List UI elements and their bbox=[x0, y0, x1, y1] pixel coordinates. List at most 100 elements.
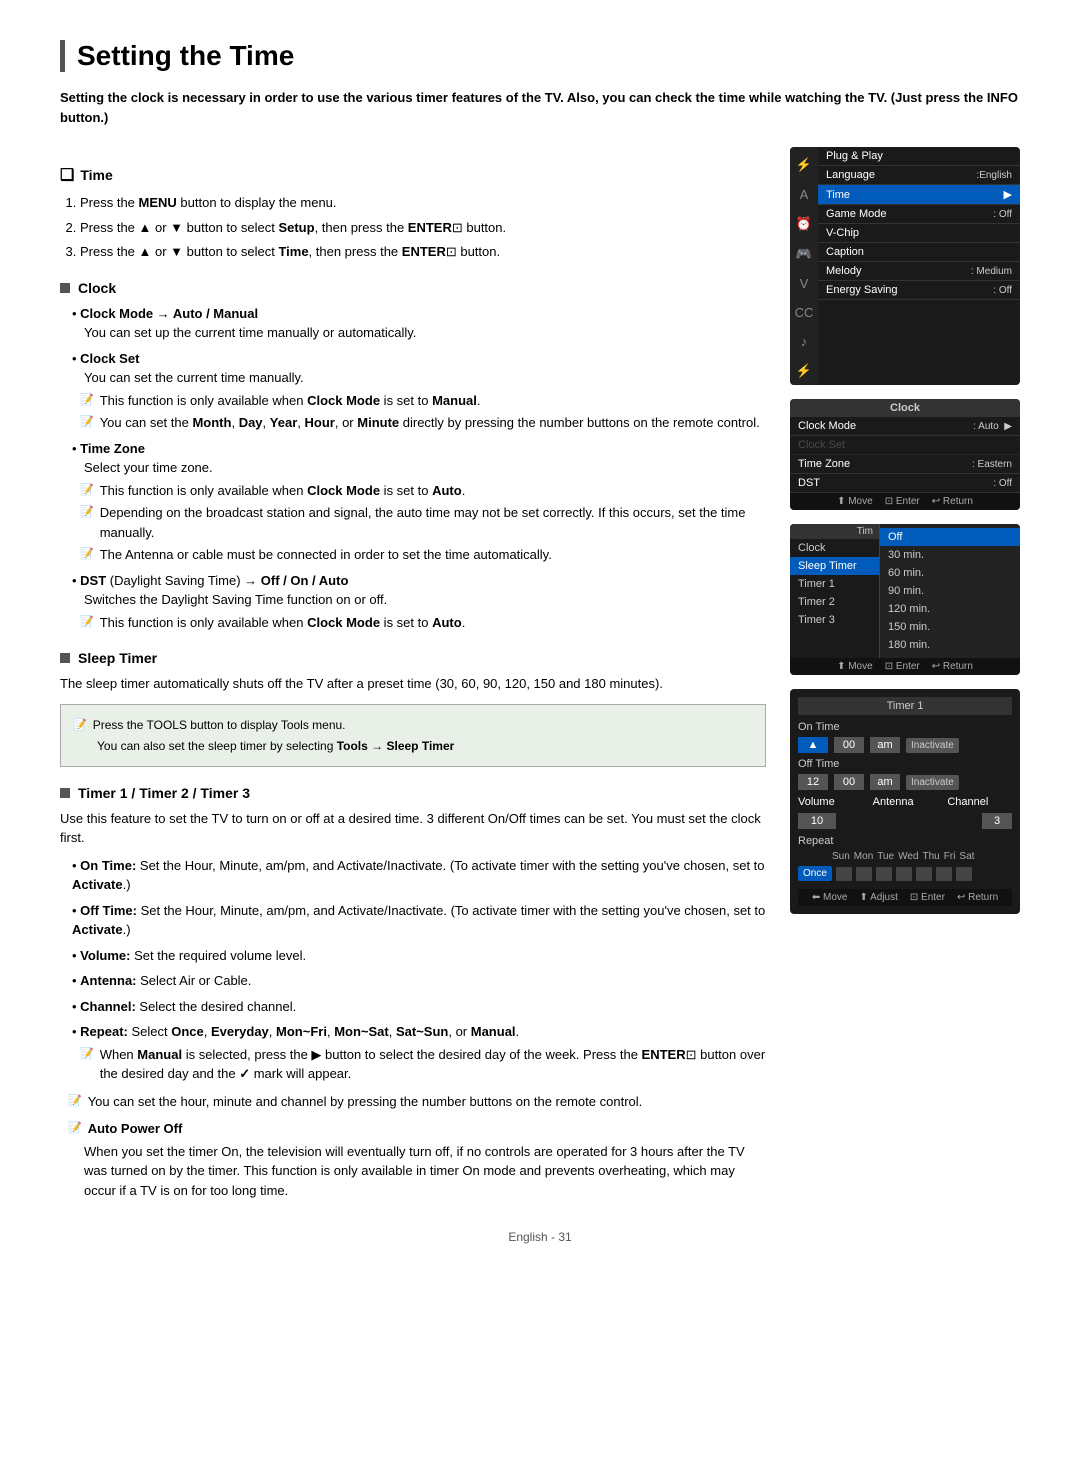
timer1-title: Timer 1 bbox=[798, 697, 1012, 715]
timer-desc: Use this feature to set the TV to turn o… bbox=[60, 809, 766, 848]
sleep-timer-item: Sleep Timer bbox=[790, 557, 879, 575]
sidebar-icons: ⚡ A ⏰ 🎮 V CC ♪ ⚡ bbox=[795, 151, 814, 385]
off-min-box: 00 bbox=[834, 774, 864, 790]
lang-icon: A bbox=[800, 187, 809, 202]
volume-val-box: 10 bbox=[798, 813, 836, 829]
on-ampm-box: am bbox=[870, 737, 900, 753]
fri-chk bbox=[936, 867, 952, 881]
timer-section-header: Timer 1 / Timer 2 / Timer 3 bbox=[60, 785, 766, 801]
clock-header-label: Clock bbox=[78, 280, 116, 296]
clock-bullets: • Clock Mode → Auto / Manual You can set… bbox=[72, 304, 766, 633]
volume-item: • Volume: Set the required volume level. bbox=[72, 946, 766, 966]
on-time-item: • On Time: Set the Hour, Minute, am/pm, … bbox=[72, 856, 766, 895]
clock-screen-title: Clock bbox=[790, 399, 1020, 417]
time-zone-item: • Time Zone Select your time zone. 📝 Thi… bbox=[72, 439, 766, 565]
setup-screen: ⚡ A ⏰ 🎮 V CC ♪ ⚡ Plug & Play bbox=[790, 147, 1020, 385]
sleep-desc: The sleep timer automatically shuts off … bbox=[60, 674, 766, 694]
thu-chk bbox=[916, 867, 932, 881]
auto-power-title: 📝 Auto Power Off bbox=[68, 1119, 766, 1139]
antenna-label-tv: Antenna bbox=[873, 796, 938, 808]
on-min-box: 00 bbox=[834, 737, 864, 753]
right-screens-column: ⚡ A ⏰ 🎮 V CC ♪ ⚡ Plug & Play bbox=[790, 147, 1020, 1200]
clock-screen: Clock Clock Mode : Auto ▶ Clock Set Time… bbox=[790, 399, 1020, 510]
timer-bullets: • On Time: Set the Hour, Minute, am/pm, … bbox=[72, 856, 766, 1084]
sleep-right-panel: Off 30 min. 60 min. 90 min. 120 min. 150… bbox=[880, 524, 1020, 658]
sleep-title: Tim bbox=[790, 524, 879, 539]
vol-ant-ch-row: Volume Antenna Channel bbox=[798, 796, 1012, 808]
plug-icon: ⚡ bbox=[796, 157, 812, 173]
game-icon: 🎮 bbox=[796, 246, 812, 262]
step-1: Press the MENU button to display the men… bbox=[80, 193, 766, 213]
setup-row-melody: Melody : Medium bbox=[818, 262, 1020, 281]
off-ampm-box: am bbox=[870, 774, 900, 790]
time-zone-note3: 📝 The Antenna or cable must be connected… bbox=[80, 545, 766, 565]
page-number: English - 31 bbox=[508, 1230, 571, 1244]
sleep-60-option: 60 min. bbox=[880, 564, 1020, 582]
timer-header-label: Timer 1 / Timer 2 / Timer 3 bbox=[78, 785, 250, 801]
energy-icon: ⚡ bbox=[796, 363, 812, 379]
volume-label-tv: Volume bbox=[798, 796, 863, 808]
on-time-label: On Time bbox=[798, 721, 1012, 733]
repeat-item: • Repeat: Select Once, Everyday, Mon~Fri… bbox=[72, 1022, 766, 1084]
channel-val-box: 3 bbox=[982, 813, 1012, 829]
time-section-header: ❑ Time bbox=[60, 165, 766, 185]
time-icon: ⏰ bbox=[796, 216, 812, 232]
time-zone-note2: 📝 Depending on the broadcast station and… bbox=[80, 503, 766, 542]
timer1-screen: Timer 1 On Time ▲ 00 am Inactivate Off T… bbox=[790, 689, 1020, 914]
time-steps-list: Press the MENU button to display the men… bbox=[80, 193, 766, 262]
clock-bullet-icon bbox=[60, 283, 70, 293]
vchip-icon: V bbox=[800, 276, 809, 291]
time-zone-note1: 📝 This function is only available when C… bbox=[80, 481, 766, 501]
tue-chk bbox=[876, 867, 892, 881]
timer-nav-bar: ⬅ Move ⬆ Adjust ⊡ Enter ↩ Return bbox=[798, 889, 1012, 906]
repeat-label-tv: Repeat bbox=[798, 835, 1012, 847]
sleep-timer1-item: Timer 1 bbox=[790, 575, 879, 593]
dst-note: 📝 This function is only available when C… bbox=[80, 613, 766, 633]
sleep-timer-screen: Tim Clock Sleep Timer Timer 1 Timer 2 Ti… bbox=[790, 524, 1020, 675]
sleep-180-option: 180 min. bbox=[880, 636, 1020, 654]
sleep-nav-bar: ⬆ Move ⊡ Enter ↩ Return bbox=[790, 658, 1020, 675]
sleep-120-option: 120 min. bbox=[880, 600, 1020, 618]
sleep-timer3-item: Timer 3 bbox=[790, 611, 879, 629]
off-hour-box: 12 bbox=[798, 774, 828, 790]
sleep-30-option: 30 min. bbox=[880, 546, 1020, 564]
setup-row-language: Language :English bbox=[818, 166, 1020, 185]
melody-icon: ♪ bbox=[801, 334, 808, 349]
clock-nav-bar: ⬆ Move ⊡ Enter ↩ Return bbox=[790, 493, 1020, 510]
dst-item: • DST (Daylight Saving Time) → Off / On … bbox=[72, 571, 766, 633]
sleep-header-label: Sleep Timer bbox=[78, 650, 157, 666]
step-2: Press the ▲ or ▼ button to select Setup,… bbox=[80, 218, 766, 238]
clock-set-desc: You can set the current time manually. bbox=[84, 368, 766, 388]
sleep-timer2-item: Timer 2 bbox=[790, 593, 879, 611]
clock-set-row: Clock Set bbox=[790, 436, 1020, 455]
sun-chk bbox=[836, 867, 852, 881]
off-time-item: • Off Time: Set the Hour, Minute, am/pm,… bbox=[72, 901, 766, 940]
channel-item: • Channel: Select the desired channel. bbox=[72, 997, 766, 1017]
setup-main-content: Plug & Play Language :English Time ▶ Gam… bbox=[818, 147, 1020, 385]
number-buttons-note: 📝 You can set the hour, minute and chann… bbox=[68, 1092, 766, 1112]
time-zone-row: Time Zone : Eastern bbox=[790, 455, 1020, 474]
caption-icon: CC bbox=[795, 305, 814, 320]
on-time-row: ▲ 00 am Inactivate bbox=[798, 737, 1012, 753]
page-footer: English - 31 bbox=[60, 1230, 1020, 1244]
clock-mode-row: Clock Mode : Auto ▶ bbox=[790, 417, 1020, 436]
clock-section-header: Clock bbox=[60, 280, 766, 296]
timer-bullet-icon bbox=[60, 788, 70, 798]
mon-chk bbox=[856, 867, 872, 881]
setup-row-caption: Caption bbox=[818, 243, 1020, 262]
antenna-item: • Antenna: Select Air or Cable. bbox=[72, 971, 766, 991]
dst-row: DST : Off bbox=[790, 474, 1020, 493]
clock-set-note2: 📝 You can set the Month, Day, Year, Hour… bbox=[80, 413, 766, 433]
vol-val-row: 10 3 bbox=[798, 813, 1012, 829]
on-hour-box: ▲ bbox=[798, 737, 828, 753]
tools-box: 📝 Press the TOOLS button to display Tool… bbox=[60, 704, 766, 767]
sleep-150-option: 150 min. bbox=[880, 618, 1020, 636]
setup-row-plug: Plug & Play bbox=[818, 147, 1020, 166]
wed-chk bbox=[896, 867, 912, 881]
sleep-screen-content: Tim Clock Sleep Timer Timer 1 Timer 2 Ti… bbox=[790, 524, 1020, 658]
repeat-days-header: Sun Mon Tue Wed Thu Fri Sat bbox=[798, 851, 1012, 862]
repeat-note: 📝 When Manual is selected, press the ▶ b… bbox=[80, 1045, 766, 1084]
auto-power-desc: When you set the timer On, the televisio… bbox=[84, 1142, 766, 1201]
tools-note2: You can also set the sleep timer by sele… bbox=[73, 737, 753, 755]
sleep-off-option: Off bbox=[880, 528, 1020, 546]
